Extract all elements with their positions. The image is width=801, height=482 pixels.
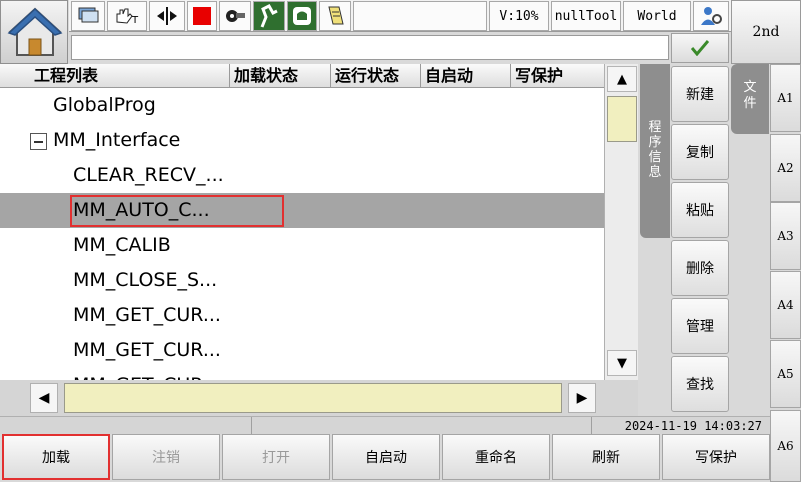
- open-button[interactable]: 打开: [222, 434, 330, 480]
- confirm-button[interactable]: [671, 33, 729, 63]
- list-item-label: MM_GET_CUR...: [73, 368, 221, 380]
- delete-button[interactable]: 删除: [671, 240, 729, 296]
- a1-button[interactable]: A1: [770, 64, 801, 132]
- user-settings-icon[interactable]: [693, 1, 729, 31]
- vertical-scroll-thumb[interactable]: [607, 96, 637, 142]
- list-item[interactable]: MM_CALIB: [0, 228, 604, 263]
- new-button[interactable]: 新建: [671, 66, 729, 122]
- servo-icon[interactable]: [287, 1, 317, 31]
- tab-file-label: 文件: [743, 80, 757, 111]
- autostart-button[interactable]: 自启动: [332, 434, 440, 480]
- jog-hand-icon[interactable]: T: [107, 1, 147, 31]
- copy-button[interactable]: 复制: [671, 124, 729, 180]
- a2-button[interactable]: A2: [770, 134, 801, 202]
- list-item[interactable]: CLEAR_RECV_...: [0, 158, 604, 193]
- collapse-icon[interactable]: [30, 133, 47, 150]
- list-item[interactable]: MM_GET_CUR...: [0, 333, 604, 368]
- status-segment: [252, 417, 592, 435]
- tool-readout[interactable]: nullTool: [551, 1, 621, 31]
- header-write-protect[interactable]: 写保护: [511, 64, 604, 88]
- list-item-label: CLEAR_RECV_...: [73, 164, 224, 186]
- list-item[interactable]: MM_Interface: [0, 123, 604, 158]
- list-item-label: MM_GET_CUR...: [73, 339, 221, 361]
- speed-readout[interactable]: V:10%: [489, 1, 549, 31]
- checkmark-icon: [691, 40, 709, 56]
- horizontal-scroll-thumb[interactable]: [64, 383, 562, 413]
- tab-program-info[interactable]: 程序信息: [640, 64, 670, 238]
- list-item-label: MM_CALIB: [73, 234, 171, 256]
- header-run-status[interactable]: 运行状态: [331, 64, 421, 88]
- header-project-list[interactable]: 工程列表: [0, 64, 230, 88]
- list-item[interactable]: MM_GET_CUR...: [0, 298, 604, 333]
- paste-button[interactable]: 粘贴: [671, 182, 729, 238]
- home-button[interactable]: [0, 0, 68, 64]
- status-bar: 2024-11-19 14:03:27: [0, 416, 770, 435]
- home-icon: [7, 7, 63, 56]
- list-item-label: MM_GET_CUR...: [73, 304, 221, 326]
- toolbar-blank: [353, 1, 487, 31]
- robot-arm-icon[interactable]: [253, 1, 285, 31]
- bottom-toolbar: 加载 注销 打开 自启动 重命名 刷新 写保护: [0, 434, 770, 482]
- tab-program-info-label: 程序信息: [648, 120, 662, 180]
- list-item-label: GlobalProg: [53, 94, 156, 116]
- vertical-scrollbar[interactable]: ▲ ▼: [604, 64, 638, 380]
- stop-icon[interactable]: [187, 1, 217, 31]
- toolbar: T V:10% nullTool World: [69, 0, 731, 32]
- list-header: 工程列表 加载状态 运行状态 自启动 写保护: [0, 64, 604, 88]
- list-item-label: MM_AUTO_C...: [73, 199, 210, 221]
- robot-tool-icon[interactable]: [219, 1, 251, 31]
- header-autostart[interactable]: 自启动: [421, 64, 511, 88]
- step-mode-icon[interactable]: [149, 1, 185, 31]
- scroll-right-icon[interactable]: ▶: [568, 383, 596, 413]
- horizontal-scrollbar[interactable]: ◀ ▶: [0, 380, 638, 416]
- header-load-status[interactable]: 加载状态: [230, 64, 331, 88]
- svg-text:T: T: [131, 15, 139, 26]
- unload-button[interactable]: 注销: [112, 434, 220, 480]
- list-item[interactable]: MM_CLOSE_S...: [0, 263, 604, 298]
- find-button[interactable]: 查找: [671, 356, 729, 412]
- list-item[interactable]: GlobalProg: [0, 88, 604, 123]
- coord-readout[interactable]: World: [623, 1, 691, 31]
- command-input[interactable]: [71, 35, 669, 60]
- tab-file[interactable]: 文件: [731, 64, 769, 134]
- a5-button[interactable]: A5: [770, 340, 801, 408]
- second-function-button[interactable]: 2nd: [731, 0, 801, 64]
- refresh-button[interactable]: 刷新: [552, 434, 660, 480]
- status-segment: [0, 417, 252, 435]
- project-list: GlobalProg MM_Interface CLEAR_RECV_... M…: [0, 88, 604, 380]
- a3-button[interactable]: A3: [770, 202, 801, 270]
- a4-button[interactable]: A4: [770, 271, 801, 339]
- write-protect-button[interactable]: 写保护: [662, 434, 770, 480]
- scroll-down-icon[interactable]: ▼: [607, 350, 637, 376]
- list-item-label: MM_CLOSE_S...: [73, 269, 218, 291]
- monitor-icon[interactable]: [71, 1, 105, 31]
- scroll-left-icon[interactable]: ◀: [30, 383, 58, 413]
- scroll-up-icon[interactable]: ▲: [607, 66, 637, 92]
- list-item-label: MM_Interface: [53, 129, 181, 151]
- teach-pendant-icon[interactable]: [319, 1, 351, 31]
- list-item-selected[interactable]: MM_AUTO_C...: [0, 193, 604, 228]
- command-row: [69, 32, 731, 64]
- status-datetime: 2024-11-19 14:03:27: [624, 419, 762, 433]
- a6-button[interactable]: A6: [770, 410, 801, 482]
- manage-button[interactable]: 管理: [671, 298, 729, 354]
- list-item[interactable]: MM_GET_CUR...: [0, 368, 604, 380]
- rename-button[interactable]: 重命名: [442, 434, 550, 480]
- load-button[interactable]: 加载: [2, 434, 110, 480]
